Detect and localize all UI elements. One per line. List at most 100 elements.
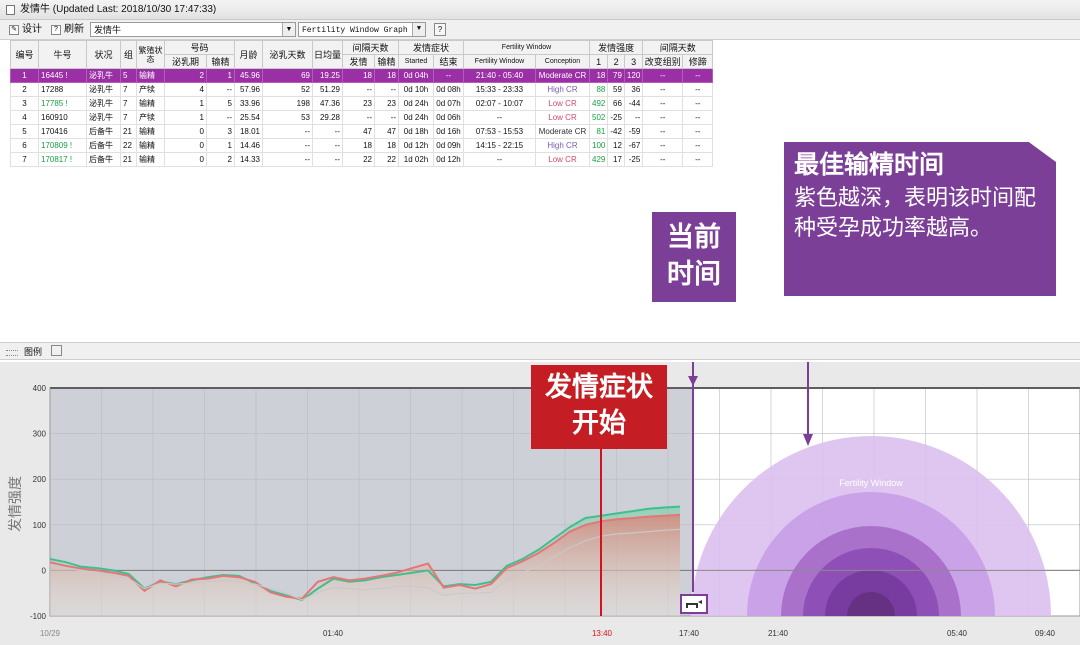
best-insemination-callout: 最佳输精时间 紫色越深，表明该时间配种受孕成功率越高。 [784,142,1056,296]
header-conception[interactable]: Conception [535,54,590,69]
cell-daily: -- [312,124,343,139]
cell-insem: -- [206,110,235,125]
header-age[interactable]: 月龄 [234,40,263,69]
x-tick-label: 09:40 [1035,629,1056,638]
cell-s3: -25 [623,152,644,167]
header-numbers: 号码 [164,40,235,55]
header-hoof[interactable]: 修蹄 [682,54,714,69]
cell-lact-text: 1 [199,113,204,122]
header-id[interactable]: 编号 [10,40,39,69]
cell-cg: -- [642,96,684,111]
cell-lact-text: 2 [199,71,204,80]
cell-ended: 0d 08h [433,82,464,97]
help-button[interactable]: ? [434,23,446,36]
header-breed-status[interactable]: 繁殖状态 [136,40,165,69]
cell-cg: -- [642,152,684,167]
grip-icon[interactable] [6,350,18,356]
header-status[interactable]: 状况 [86,40,121,69]
table-row[interactable]: 3 17785 ! 泌乳牛 7 输精 1 5 33.96 198 47.36 23 23 0d 24h 0… [10,96,714,111]
header-s3[interactable]: 3 [623,54,644,69]
toolbar: ✎ 设计 ? 刷新 发情牛 ▼ Fertility Window Graph ▼… [0,20,1080,40]
cell-breed-text: 输精 [139,155,155,164]
cell-ih-text: 23 [363,99,372,108]
cell-conc: Low CR [535,110,590,125]
header-s2[interactable]: 2 [607,54,625,69]
view-select[interactable]: 发情牛 ▼ [90,22,296,37]
header-started[interactable]: Started [398,54,434,69]
header-daily[interactable]: 日均量 [312,40,343,69]
cell-cow-text: 170416 [41,127,68,136]
cell-cow-text: 170817 ! [41,155,73,164]
cow-icon[interactable] [680,594,708,614]
header-dim[interactable]: 泌乳天数 [262,40,313,69]
document-icon [6,5,15,15]
header-int-heat[interactable]: 发情 [342,54,375,69]
header-strength: 发情强度 [588,40,644,55]
table-row[interactable]: 5 170416 后备牛 21 输精 0 3 18.01 -- -- 47 47 0d 18h 0d 16… [10,124,714,139]
cell-ii: 23 [374,96,399,111]
header-ended[interactable]: 结束 [433,54,464,69]
x-tick-label: 17:40 [679,629,700,638]
cell-status: 后备牛 [86,124,121,139]
header-fw-window[interactable]: Fertility Window [463,54,536,69]
cell-insem-text: 2 [227,155,232,164]
cell-group: 7 [120,82,137,97]
cell-conc-text: High CR [547,85,578,94]
cell-ii: 18 [374,68,399,83]
cell-conc-text: Low CR [548,155,577,164]
legend-label[interactable]: 图例 [24,347,42,357]
cell-ended-text: 0d 07h [436,99,461,108]
cell-insem: 3 [206,124,235,139]
cell-breed: 输精 [136,124,165,139]
cell-dim: 52 [262,82,313,97]
table-row[interactable]: 6 170809 ! 后备牛 22 输精 0 1 14.46 -- -- 18 18 0d 12h 0d … [10,138,714,153]
cell-daily-text: -- [334,155,340,164]
header-group[interactable]: 组 [120,40,137,69]
table-row[interactable]: 4 160910 泌乳牛 7 产犊 1 -- 25.54 53 29.28 -- -- 0d 24h 0d… [10,110,714,125]
cell-cg-text: -- [660,141,666,150]
cell-daily: -- [312,138,343,153]
cell-age: 33.96 [234,96,263,111]
table-row[interactable]: 7 170817 ! 后备牛 21 输精 0 2 14.33 -- -- 22 22 1d 02h 0d … [10,152,714,167]
cell-age: 14.33 [234,152,263,167]
header-change-group[interactable]: 改变组别 [642,54,684,69]
cell-ii-text: 18 [387,71,396,80]
cell-ih-text: -- [366,113,372,122]
cell-id: 6 [10,138,39,153]
header-int-insem[interactable]: 输精 [374,54,399,69]
cell-age: 18.01 [234,124,263,139]
cell-ih-text: 18 [363,71,372,80]
header-insem[interactable]: 输精 [206,54,235,69]
cell-s1-text: 88 [596,85,606,94]
cell-status: 泌乳牛 [86,68,121,83]
cell-lact-text: 4 [199,85,204,94]
cell-cg: -- [642,138,684,153]
cell-ii: 22 [374,152,399,167]
cell-cow-text: 17785 ! [41,99,68,108]
header-lact[interactable]: 泌乳期 [164,54,207,69]
graph-select[interactable]: Fertility Window Graph ▼ [298,22,426,37]
cell-hoof-text: -- [695,71,701,80]
cell-insem: 1 [206,68,235,83]
cell-cg: -- [642,124,684,139]
cell-s1-text: 18 [596,71,606,80]
header-cow[interactable]: 牛号 [38,40,87,69]
cell-s1-text: 81 [596,127,606,136]
legend-toggle-icon[interactable] [50,345,62,356]
cell-window-text: -- [496,155,503,164]
cell-cow: 170817 ! [38,152,87,167]
cell-hoof-text: -- [695,99,701,108]
cell-ii-text: 18 [387,141,396,150]
header-s1[interactable]: 1 [588,54,609,69]
cell-age-text: 33.96 [239,99,260,108]
cell-window: 07:53 - 15:53 [463,124,536,139]
table-row[interactable]: 1 16445 ! 泌乳牛 5 输精 2 1 45.96 69 19.25 18 18 0d 04h --… [10,68,714,83]
table-row[interactable]: 2 17288 泌乳牛 7 产犊 4 -- 57.96 52 51.29 -- -- 0d 10h 0d … [10,82,714,97]
cell-conc-text: Moderate CR [538,127,587,136]
cell-s2: 79 [607,68,625,83]
y-tick-label: 400 [33,384,47,393]
cell-cow-text: 16445 ! [41,71,68,80]
cell-conc-text: Low CR [548,99,577,108]
cell-s1: 18 [588,68,609,83]
cell-ended: 0d 07h [433,96,464,111]
